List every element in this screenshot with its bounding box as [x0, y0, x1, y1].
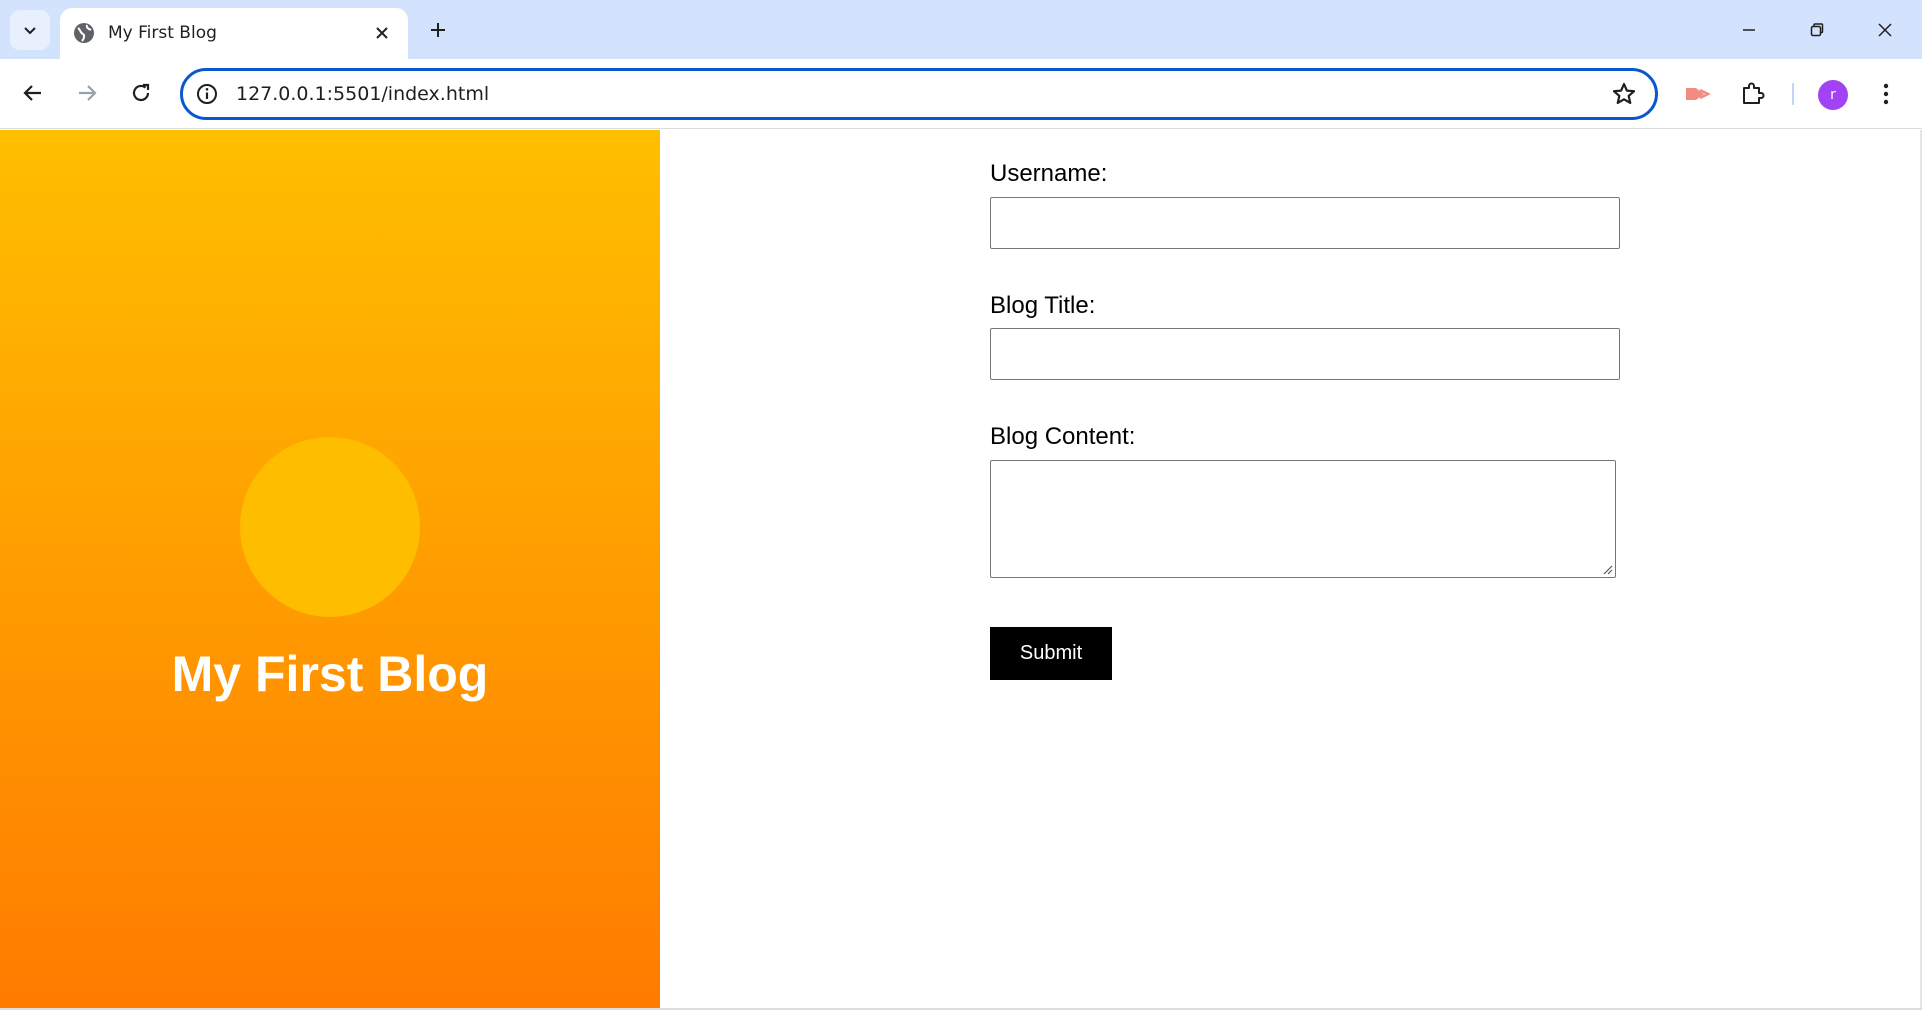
site-info-icon[interactable] [195, 82, 219, 106]
page-viewport: My First Blog Username: Blog Title: Blog… [0, 130, 1922, 1010]
star-icon[interactable] [1611, 81, 1637, 107]
plus-icon [431, 23, 445, 37]
hero-circle [240, 437, 420, 617]
tab-search-button[interactable] [10, 10, 50, 50]
blog-content-label: Blog Content: [990, 423, 1136, 450]
restore-button[interactable] [1793, 6, 1841, 54]
close-window-icon [1878, 23, 1892, 37]
resize-grip-icon[interactable] [1601, 563, 1613, 575]
tab-close-button[interactable] [368, 19, 396, 47]
more-vert-icon [1883, 83, 1889, 105]
forward-button[interactable] [67, 73, 107, 113]
close-window-button[interactable] [1861, 6, 1909, 54]
toolbar-divider [1792, 83, 1794, 105]
reload-icon [132, 83, 150, 102]
tab-strip: My First Blog [0, 0, 1922, 59]
username-input[interactable] [990, 197, 1620, 249]
back-button[interactable] [13, 73, 53, 113]
chevron-down-icon [24, 27, 36, 35]
blog-title-label: Blog Title: [990, 292, 1096, 319]
blog-content-textarea[interactable] [990, 460, 1616, 578]
extensions-menu-button[interactable] [1733, 74, 1773, 114]
profile-avatar[interactable]: r [1818, 80, 1848, 110]
globe-icon [74, 23, 94, 43]
hero-title: My First Blog [171, 646, 489, 702]
blog-title-input[interactable] [990, 328, 1620, 380]
more-menu-button[interactable] [1866, 74, 1906, 114]
minimize-icon [1743, 29, 1755, 31]
username-label: Username: [990, 160, 1108, 187]
address-bar[interactable]: 127.0.0.1:5501/index.html [180, 68, 1658, 120]
reload-button[interactable] [121, 73, 161, 113]
submit-button[interactable]: Submit [990, 627, 1112, 680]
extension-arrow-icon [1686, 88, 1711, 100]
hero-panel: My First Blog [0, 130, 660, 1010]
minimize-button[interactable] [1725, 6, 1773, 54]
back-icon [23, 85, 41, 101]
active-tab[interactable]: My First Blog [60, 8, 408, 59]
extension-puzzle-icon [1743, 82, 1765, 104]
close-icon [376, 27, 388, 39]
new-tab-button[interactable] [422, 14, 454, 46]
restore-icon [1810, 23, 1824, 37]
forward-icon [79, 85, 97, 101]
browser-toolbar: 127.0.0.1:5501/index.html [0, 59, 1922, 129]
extension-button[interactable] [1678, 74, 1718, 114]
tab-title: My First Blog [108, 23, 217, 43]
url-text[interactable]: 127.0.0.1:5501/index.html [236, 83, 489, 105]
